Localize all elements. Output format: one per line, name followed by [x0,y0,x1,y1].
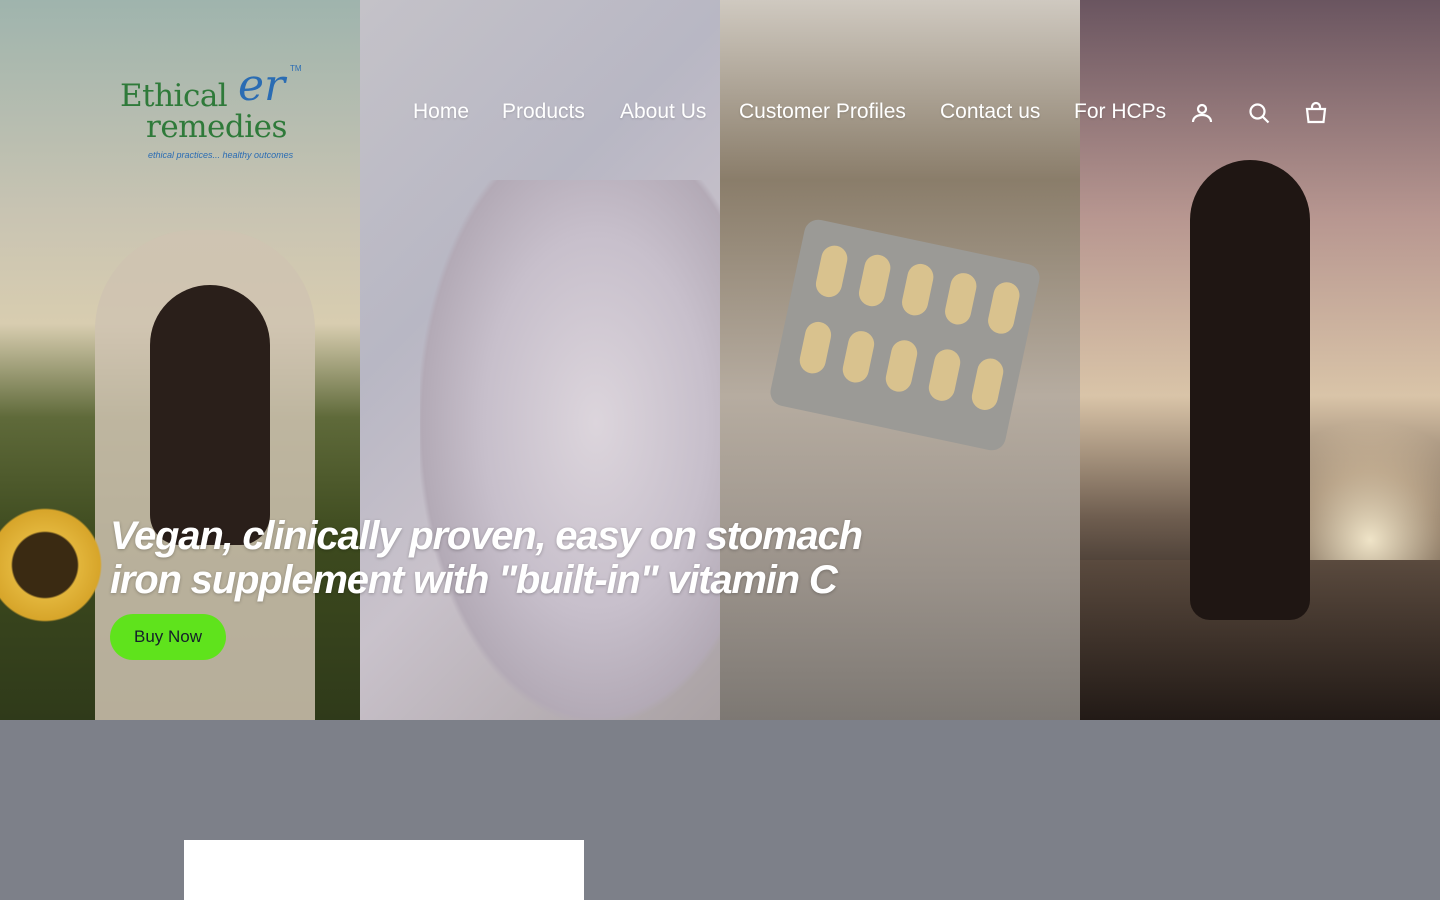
nav-about-us[interactable]: About Us [620,100,706,124]
logo-trademark: TM [290,64,302,73]
main-nav: Home Products About Us Customer Profiles… [0,100,1440,128]
sunflower [0,500,110,630]
pregnant-belly [420,180,720,720]
nav-products[interactable]: Products [502,100,585,124]
account-icon[interactable] [1187,98,1217,128]
content-card [184,840,584,900]
woman-hair [150,285,270,545]
logo-tagline: ethical practices... healthy outcomes [148,150,294,160]
nav-for-hcps[interactable]: For HCPs [1074,100,1166,124]
nav-home[interactable]: Home [413,100,469,124]
nav-contact-us[interactable]: Contact us [940,100,1040,124]
woman-silhouette [1190,160,1310,620]
search-icon[interactable] [1244,98,1274,128]
cart-icon[interactable] [1301,98,1331,128]
buy-now-button[interactable]: Buy Now [110,614,226,660]
blister-pack [767,217,1043,453]
hero-headline: Vegan, clinically proven, easy on stomac… [110,514,863,602]
nav-customer-profiles[interactable]: Customer Profiles [739,100,906,124]
